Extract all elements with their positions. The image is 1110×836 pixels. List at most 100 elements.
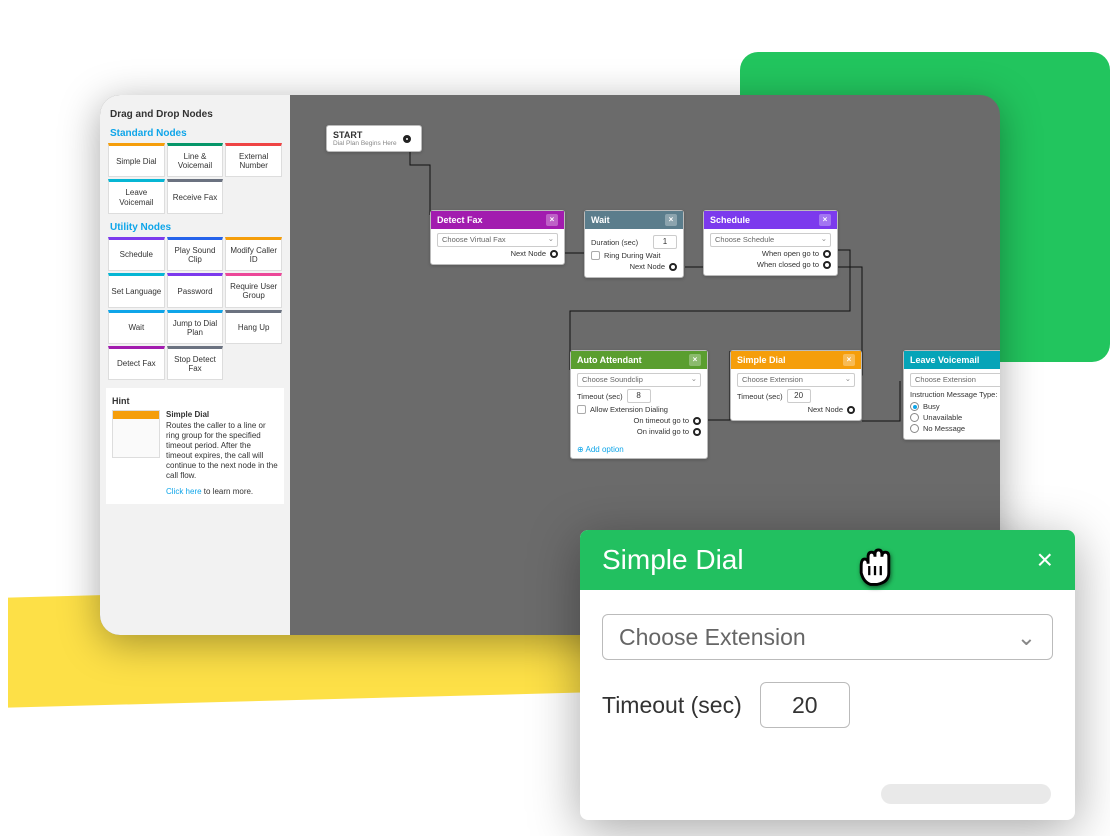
radio-no-message[interactable] bbox=[910, 424, 919, 433]
duration-input[interactable]: 1 bbox=[653, 235, 677, 249]
port-icon[interactable] bbox=[403, 135, 411, 143]
node-chip[interactable]: Stop Detect Fax bbox=[167, 346, 224, 380]
radio-unavailable[interactable] bbox=[910, 413, 919, 422]
when-open-label: When open go to bbox=[762, 249, 819, 258]
hint-heading: Hint bbox=[112, 396, 278, 406]
node-header[interactable]: Leave Voicemail × bbox=[904, 351, 1000, 369]
close-icon[interactable]: × bbox=[546, 214, 558, 226]
node-chip[interactable]: Schedule bbox=[108, 237, 165, 271]
hint-link-tail: to learn more. bbox=[202, 487, 254, 496]
modal-select-extension[interactable]: Choose Extension ⌄ bbox=[602, 614, 1053, 660]
next-node-label: Next Node bbox=[808, 405, 843, 414]
select-extension[interactable]: Choose Extension bbox=[737, 373, 855, 387]
section-utility-label: Utility Nodes bbox=[110, 222, 280, 233]
node-leave-voicemail[interactable]: Leave Voicemail × Choose Extension Instr… bbox=[903, 350, 1000, 440]
select-virtual-fax[interactable]: Choose Virtual Fax bbox=[437, 233, 558, 247]
node-title: Detect Fax bbox=[437, 215, 483, 225]
simple-dial-modal[interactable]: Simple Dial × Choose Extension ⌄ Timeout… bbox=[580, 530, 1075, 820]
radio-label: Busy bbox=[923, 402, 940, 411]
select-extension[interactable]: Choose Extension bbox=[910, 373, 1000, 387]
node-chip[interactable]: Require User Group bbox=[225, 273, 282, 307]
node-grid-standard: Simple DialLine & VoicemailExternal Numb… bbox=[108, 143, 282, 214]
node-chip[interactable]: Receive Fax bbox=[167, 179, 224, 213]
node-simple-dial[interactable]: Simple Dial × Choose Extension Timeout (… bbox=[730, 350, 862, 421]
node-grid-utility: SchedulePlay Sound ClipModify Caller ID S… bbox=[108, 237, 282, 381]
node-chip[interactable]: Wait bbox=[108, 310, 165, 344]
select-value: Choose Extension bbox=[619, 624, 806, 651]
node-title: Wait bbox=[591, 215, 610, 225]
node-chip[interactable]: Simple Dial bbox=[108, 143, 165, 177]
modal-timeout-input[interactable]: 20 bbox=[760, 682, 850, 728]
next-node-label: Next Node bbox=[511, 249, 546, 258]
node-chip[interactable]: Hang Up bbox=[225, 310, 282, 344]
node-title: Simple Dial bbox=[737, 355, 786, 365]
hint-link[interactable]: Click here bbox=[166, 487, 202, 496]
close-icon[interactable]: × bbox=[819, 214, 831, 226]
port-icon[interactable] bbox=[550, 250, 558, 258]
close-icon[interactable]: × bbox=[843, 354, 855, 366]
node-title: Schedule bbox=[710, 215, 750, 225]
allow-ext-label: Allow Extension Dialing bbox=[590, 405, 668, 414]
node-chip[interactable]: Play Sound Clip bbox=[167, 237, 224, 271]
node-chip[interactable]: Leave Voicemail bbox=[108, 179, 165, 213]
node-chip[interactable]: External Number bbox=[225, 143, 282, 177]
port-icon[interactable] bbox=[693, 428, 701, 436]
hint-title: Simple Dial bbox=[166, 410, 209, 419]
sidebar: Drag and Drop Nodes Standard Nodes Simpl… bbox=[100, 95, 290, 635]
node-title: Auto Attendant bbox=[577, 355, 642, 365]
node-wait[interactable]: Wait × Duration (sec)1 Ring During Wait … bbox=[584, 210, 684, 278]
close-icon[interactable]: × bbox=[665, 214, 677, 226]
modal-timeout-label: Timeout (sec) bbox=[602, 692, 742, 719]
ring-label: Ring During Wait bbox=[604, 251, 660, 260]
radio-label: No Message bbox=[923, 424, 965, 433]
timeout-input[interactable]: 8 bbox=[627, 389, 651, 403]
modal-header[interactable]: Simple Dial × bbox=[580, 530, 1075, 590]
node-schedule[interactable]: Schedule × Choose Schedule When open go … bbox=[703, 210, 838, 276]
node-header[interactable]: Detect Fax × bbox=[431, 211, 564, 229]
node-header[interactable]: Schedule × bbox=[704, 211, 837, 229]
select-schedule[interactable]: Choose Schedule bbox=[710, 233, 831, 247]
on-invalid-label: On invalid go to bbox=[637, 427, 689, 436]
node-chip[interactable]: Password bbox=[167, 273, 224, 307]
node-chip[interactable]: Jump to Dial Plan bbox=[167, 310, 224, 344]
port-icon[interactable] bbox=[669, 263, 677, 271]
add-option-link[interactable]: Add option bbox=[571, 442, 707, 458]
grab-cursor-icon bbox=[852, 543, 898, 589]
sidebar-title: Drag and Drop Nodes bbox=[110, 109, 280, 120]
node-chip[interactable]: Modify Caller ID bbox=[225, 237, 282, 271]
node-auto-attendant[interactable]: Auto Attendant × Choose Soundclip Timeou… bbox=[570, 350, 708, 459]
node-title: Leave Voicemail bbox=[910, 355, 979, 365]
port-icon[interactable] bbox=[693, 417, 701, 425]
node-start[interactable]: START Dial Plan Begins Here bbox=[326, 125, 422, 152]
port-icon[interactable] bbox=[823, 250, 831, 258]
duration-label: Duration (sec) bbox=[591, 238, 638, 247]
select-soundclip[interactable]: Choose Soundclip bbox=[577, 373, 701, 387]
modal-title: Simple Dial bbox=[602, 544, 744, 576]
node-chip[interactable]: Set Language bbox=[108, 273, 165, 307]
next-node-label: Next Node bbox=[630, 262, 665, 271]
timeout-label: Timeout (sec) bbox=[577, 392, 623, 401]
hint-body-text: Routes the caller to a line or ring grou… bbox=[166, 421, 278, 481]
node-chip[interactable]: Detect Fax bbox=[108, 346, 165, 380]
start-sub: Dial Plan Begins Here bbox=[333, 140, 397, 147]
modal-footer-pill bbox=[881, 784, 1051, 804]
node-chip[interactable]: Line & Voicemail bbox=[167, 143, 224, 177]
close-icon[interactable]: × bbox=[689, 354, 701, 366]
hint-thumb bbox=[112, 410, 160, 458]
allow-ext-checkbox[interactable] bbox=[577, 405, 586, 414]
node-header[interactable]: Auto Attendant × bbox=[571, 351, 707, 369]
on-timeout-label: On timeout go to bbox=[634, 416, 689, 425]
node-header[interactable]: Simple Dial × bbox=[731, 351, 861, 369]
radio-busy[interactable] bbox=[910, 402, 919, 411]
timeout-input[interactable]: 20 bbox=[787, 389, 811, 403]
close-icon[interactable]: × bbox=[1037, 544, 1053, 576]
ring-checkbox[interactable] bbox=[591, 251, 600, 260]
section-standard-label: Standard Nodes bbox=[110, 128, 280, 139]
hint-box: Hint Simple Dial Routes the caller to a … bbox=[106, 388, 284, 504]
port-icon[interactable] bbox=[823, 261, 831, 269]
msg-type-label: Instruction Message Type: bbox=[910, 390, 1000, 399]
when-closed-label: When closed go to bbox=[757, 260, 819, 269]
port-icon[interactable] bbox=[847, 406, 855, 414]
node-header[interactable]: Wait × bbox=[585, 211, 683, 229]
node-detect-fax[interactable]: Detect Fax × Choose Virtual Fax Next Nod… bbox=[430, 210, 565, 265]
